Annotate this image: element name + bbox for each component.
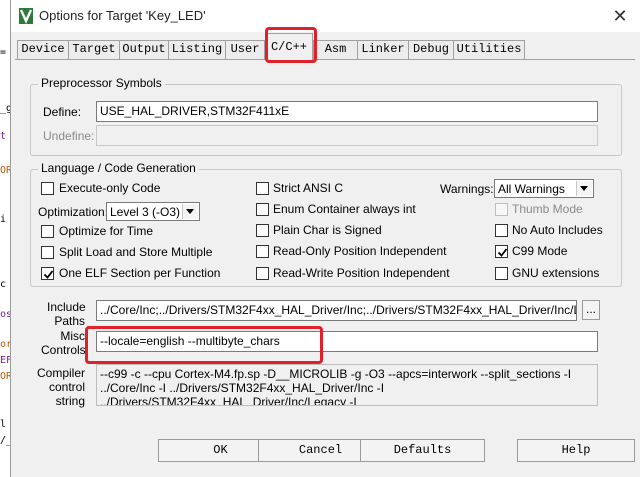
c99-mode-checkbox[interactable]	[495, 245, 508, 258]
checkmark-icon	[43, 270, 54, 279]
tab-debug[interactable]: Debug	[408, 40, 454, 59]
defaults-button[interactable]: Defaults	[360, 439, 485, 462]
tab-device[interactable]: Device	[17, 40, 69, 59]
tab-label: User	[230, 42, 260, 56]
tab-label: Linker	[361, 42, 405, 56]
compiler-string-label: Compiler control string	[35, 366, 85, 408]
enum-container-label: Enum Container always int	[273, 202, 416, 216]
compiler-control-string: --c99 -c --cpu Cortex-M4.fp.sp -D__MICRO…	[96, 364, 598, 406]
no-auto-includes-label: No Auto Includes	[512, 223, 603, 237]
ro-pi-label: Read-Only Position Independent	[273, 244, 447, 258]
warnings-select[interactable]: All Warnings	[494, 179, 594, 198]
editor-fragment: l	[0, 419, 7, 430]
include-paths-label-line1: Include	[47, 300, 86, 314]
plain-char-label: Plain Char is Signed	[273, 223, 382, 237]
tab-label: Asm	[324, 42, 347, 56]
tab-label: Output	[122, 42, 166, 56]
tab-user[interactable]: User	[225, 40, 265, 59]
keil-app-icon	[19, 8, 33, 24]
undefine-label: Undefine:	[43, 129, 95, 143]
include-paths-label-line2: Paths	[54, 314, 85, 328]
editor-fragment: =	[0, 47, 7, 58]
editor-fragment: c	[0, 279, 7, 290]
optimize-time-label: Optimize for Time	[59, 224, 154, 238]
split-load-label: Split Load and Store Multiple	[59, 245, 213, 259]
chevron-down-icon	[576, 181, 592, 196]
warnings-value: All Warnings	[498, 182, 565, 196]
misc-controls-label-line1: Misc	[60, 329, 85, 343]
include-paths-input[interactable]: ../Core/Inc;../Drivers/STM32F4xx_HAL_Dri…	[96, 300, 577, 321]
close-button[interactable]: ✕	[609, 6, 631, 26]
misc-controls-highlight-frame	[85, 326, 323, 364]
plain-char-checkbox[interactable]	[256, 224, 269, 237]
execute-only-checkbox[interactable]	[41, 182, 54, 195]
tab-highlight-frame	[265, 27, 317, 63]
one-elf-checkbox[interactable]	[41, 267, 54, 280]
tab-output[interactable]: Output	[119, 40, 169, 59]
tab-label: Utilities	[456, 42, 522, 56]
optimize-time-checkbox[interactable]	[41, 225, 54, 238]
thumb-mode-label: Thumb Mode	[512, 202, 583, 216]
strict-ansi-checkbox[interactable]	[256, 182, 269, 195]
execute-only-label: Execute-only Code	[59, 181, 161, 195]
define-label: Define:	[43, 105, 82, 119]
tab-label: Target	[72, 42, 116, 56]
gnu-extensions-checkbox[interactable]	[495, 267, 508, 280]
include-paths-browse-button[interactable]: ...	[582, 300, 600, 320]
compiler-string-label-line3: string	[55, 394, 85, 408]
misc-controls-label: Misc Controls	[41, 329, 86, 357]
tab-target[interactable]: Target	[68, 40, 120, 59]
tab-listing[interactable]: Listing	[168, 40, 226, 59]
tab-label: Device	[21, 42, 65, 56]
include-paths-label: Include Paths	[47, 300, 86, 328]
compiler-string-label-line2: control	[48, 380, 85, 394]
chevron-down-icon	[182, 204, 198, 219]
rw-pi-checkbox[interactable]	[256, 267, 269, 280]
editor-fragment: t	[0, 131, 7, 142]
undefine-input[interactable]	[96, 125, 598, 146]
c99-mode-label: C99 Mode	[512, 244, 568, 258]
gnu-extensions-label: GNU extensions	[512, 266, 600, 280]
editor-fragment: i	[0, 214, 7, 225]
close-icon: ✕	[612, 6, 628, 26]
rw-pi-label: Read-Write Position Independent	[273, 266, 450, 280]
tab-label: Debug	[412, 42, 449, 56]
help-button[interactable]: Help	[517, 439, 635, 462]
compiler-string-label-line1: Compiler	[36, 366, 85, 380]
warnings-label: Warnings:	[440, 182, 494, 196]
preprocessor-group-title: Preprocessor Symbols	[38, 76, 165, 90]
thumb-mode-checkbox[interactable]	[495, 203, 508, 216]
checkmark-icon	[497, 248, 508, 257]
ro-pi-checkbox[interactable]	[256, 245, 269, 258]
strict-ansi-label: Strict ANSI C	[273, 181, 344, 195]
window-title: Options for Target 'Key_LED'	[39, 8, 206, 23]
misc-controls-label-line2: Controls	[41, 343, 86, 357]
language-group-title: Language / Code Generation	[38, 161, 199, 175]
enum-container-checkbox[interactable]	[256, 203, 269, 216]
tab-label: Listing	[171, 42, 223, 56]
tab-utilities[interactable]: Utilities	[453, 40, 525, 59]
define-input[interactable]: USE_HAL_DRIVER,STM32F411xE	[96, 101, 598, 122]
optimization-value: Level 3 (-O3)	[110, 205, 181, 219]
options-dialog: Options for Target 'Key_LED' ✕ Device Ta…	[10, 0, 640, 477]
one-elf-label: One ELF Section per Function	[59, 266, 221, 280]
title-bar[interactable]: Options for Target 'Key_LED' ✕	[11, 0, 640, 32]
tab-divider	[15, 59, 635, 60]
optimization-select[interactable]: Level 3 (-O3)	[106, 202, 200, 221]
no-auto-includes-checkbox[interactable]	[495, 224, 508, 237]
tab-asm[interactable]: Asm	[313, 40, 358, 59]
optimization-label: Optimization:	[38, 205, 109, 219]
tab-linker[interactable]: Linker	[357, 40, 409, 59]
split-load-checkbox[interactable]	[41, 246, 54, 259]
